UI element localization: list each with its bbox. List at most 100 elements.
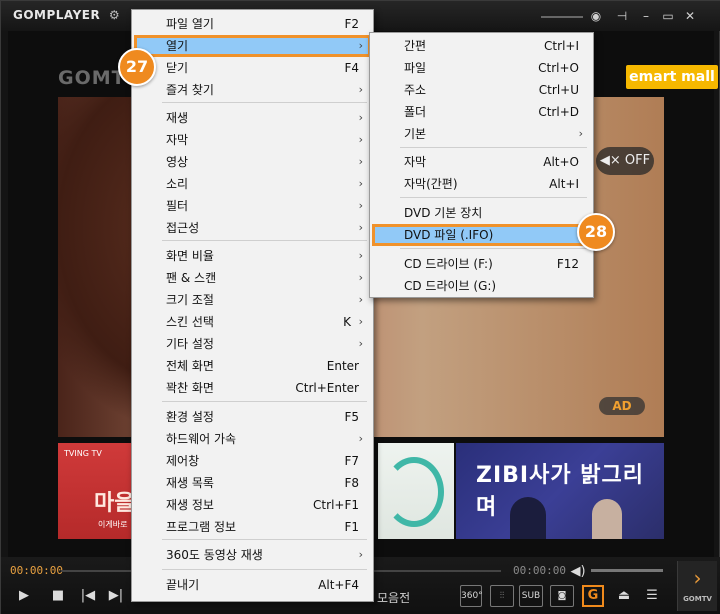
chevron-right-icon: › xyxy=(358,315,363,328)
main-menu-item-18[interactable]: 환경 설정 F5 xyxy=(134,406,371,428)
camera-icon[interactable]: ◙ xyxy=(550,585,574,607)
main-menu-item-12[interactable]: 팬 & 스캔 › xyxy=(134,267,371,289)
open-submenu-item-label: 주소 xyxy=(404,83,427,97)
chevron-right-icon: › xyxy=(358,293,363,306)
main-menu-item-label: 소리 xyxy=(166,177,189,191)
main-menu-item-8[interactable]: 소리 › xyxy=(134,173,371,195)
ad-badge: AD xyxy=(599,397,645,415)
app-logo[interactable]: GOMPLAYER ⚙ xyxy=(13,8,120,22)
main-menu-item-13[interactable]: 크기 조절 › xyxy=(134,289,371,311)
chevron-right-icon: › xyxy=(358,548,363,561)
eject-icon[interactable]: ⏏ xyxy=(613,585,635,607)
gom-g-button[interactable]: G xyxy=(582,585,604,607)
main-menu-item-shortcut: F5 xyxy=(344,410,359,424)
equalizer-button[interactable]: ⫶⫶ xyxy=(490,585,514,607)
main-menu-item-shortcut: Alt+F4 xyxy=(318,578,359,592)
main-menu-item-14[interactable]: 스킨 선택 K › xyxy=(134,311,371,333)
main-menu-item-shortcut: F1 xyxy=(344,520,359,534)
speaker-icon[interactable]: ◀) xyxy=(567,561,589,583)
next-button[interactable]: ▶| xyxy=(105,585,127,607)
time-total: 00:00:00 xyxy=(513,564,566,577)
main-menu-item-21[interactable]: 재생 목록 F8 xyxy=(134,472,371,494)
chevron-right-icon: › xyxy=(358,271,363,284)
open-submenu-item-8[interactable]: DVD 기본 장치 xyxy=(372,202,591,224)
open-submenu-item-shortcut: Ctrl+D xyxy=(538,105,579,119)
chevron-right-icon: › xyxy=(358,432,363,445)
menu-separator xyxy=(400,197,587,198)
open-submenu-item-label: DVD 기본 장치 xyxy=(404,206,483,220)
play-button[interactable]: ▶ xyxy=(13,585,35,607)
pin-icon[interactable]: ⊣ xyxy=(613,8,631,24)
thumb-ring-graphic xyxy=(384,457,444,527)
open-submenu-item-11[interactable]: CD 드라이브 (G:) xyxy=(372,275,591,297)
main-menu-item-label: 스킨 선택 xyxy=(166,315,214,329)
main-menu-item-label: 프로그램 정보 xyxy=(166,520,237,534)
main-menu-item-24[interactable]: 360도 동영상 재생 › xyxy=(134,544,371,566)
main-menu-item-10[interactable]: 접근성 › xyxy=(134,217,371,239)
mute-toggle[interactable]: ◀× OFF xyxy=(596,147,654,175)
vr360-button[interactable]: 360° xyxy=(460,585,483,607)
main-menu-item-20[interactable]: 제어창 F7 xyxy=(134,450,371,472)
playlist-menu-icon[interactable]: ☰ xyxy=(641,585,663,607)
main-menu-item-label: 영상 xyxy=(166,155,189,169)
stop-button[interactable]: ■ xyxy=(47,585,69,607)
main-menu-item-6[interactable]: 자막 › xyxy=(134,129,371,151)
thumb-tag: TVING TV xyxy=(64,449,102,458)
main-menu-item-shortcut: F4 xyxy=(344,61,359,75)
chevron-right-icon: › xyxy=(358,155,363,168)
main-menu-item-1[interactable]: 파일 열기 F2 xyxy=(134,13,371,35)
open-submenu-item-2[interactable]: 파일 Ctrl+O xyxy=(372,57,591,79)
main-menu-item-25[interactable]: 끝내기 Alt+F4 xyxy=(134,574,371,596)
open-submenu-item-1[interactable]: 간편 Ctrl+I xyxy=(372,35,591,57)
main-menu-item-17[interactable]: 꽉찬 화면 Ctrl+Enter xyxy=(134,377,371,399)
open-submenu-item-6[interactable]: 자막 Alt+O xyxy=(372,151,591,173)
gear-icon[interactable]: ⚙ xyxy=(109,8,120,22)
gomtv-label: GOMTV xyxy=(683,595,712,603)
main-menu-item-9[interactable]: 필터 › xyxy=(134,195,371,217)
subtitle-button[interactable]: SUB xyxy=(519,585,543,607)
ad-thumbnail-3[interactable]: ZIBI사가 밝그리며 xyxy=(456,443,664,539)
maximize-button[interactable]: ▭ xyxy=(659,8,677,24)
open-submenu-item-label: 자막(간편) xyxy=(404,177,458,191)
open-submenu-item-10[interactable]: CD 드라이브 (F:) F12 xyxy=(372,253,591,275)
broadcast-icon[interactable]: ◉ xyxy=(587,8,605,24)
ad-thumbnail-2[interactable] xyxy=(378,443,454,539)
main-menu-item-19[interactable]: 하드웨어 가속 › xyxy=(134,428,371,450)
main-menu-item-5[interactable]: 재생 › xyxy=(134,107,371,129)
open-submenu-item-5[interactable]: 기본 › xyxy=(372,123,591,145)
main-menu-item-11[interactable]: 화면 비율 › xyxy=(134,245,371,267)
open-submenu-item-7[interactable]: 자막(간편) Alt+I xyxy=(372,173,591,195)
open-submenu-item-3[interactable]: 주소 Ctrl+U xyxy=(372,79,591,101)
open-submenu-item-4[interactable]: 폴더 Ctrl+D xyxy=(372,101,591,123)
main-menu-item-23[interactable]: 프로그램 정보 F1 xyxy=(134,516,371,538)
main-menu-item-7[interactable]: 영상 › xyxy=(134,151,371,173)
main-menu-item-2[interactable]: 열기 › xyxy=(134,35,371,57)
main-menu-item-3[interactable]: 닫기 F4 xyxy=(134,57,371,79)
minimize-button[interactable]: – xyxy=(637,8,655,24)
menu-separator xyxy=(162,102,367,103)
title-volume-track[interactable] xyxy=(541,16,583,18)
ad-thumbnail-1[interactable]: TVING TV 마을 이게바로 xyxy=(58,443,138,539)
main-menu-item-shortcut: Enter xyxy=(326,359,359,373)
open-submenu-item-shortcut: Ctrl+U xyxy=(538,83,579,97)
close-button[interactable]: ✕ xyxy=(681,8,699,24)
main-menu-item-15[interactable]: 기타 설정 › xyxy=(134,333,371,355)
open-submenu-item-shortcut: F12 xyxy=(556,257,579,271)
open-submenu-item-9[interactable]: DVD 파일 (.IFO) xyxy=(372,224,591,246)
main-menu-item-shortcut: F8 xyxy=(344,476,359,490)
main-menu-item-16[interactable]: 전체 화면 Enter xyxy=(134,355,371,377)
emart-mall-logo[interactable]: emart mall xyxy=(626,65,718,89)
volume-slider[interactable] xyxy=(591,569,663,572)
main-menu-item-label: 꽉찬 화면 xyxy=(166,381,214,395)
main-menu-item-4[interactable]: 즐겨 찾기 › xyxy=(134,79,371,101)
previous-button[interactable]: |◀ xyxy=(77,585,99,607)
gomtv-button[interactable]: › GOMTV xyxy=(677,561,717,611)
chevron-right-icon: › xyxy=(693,566,702,590)
main-menu-item-label: 기타 설정 xyxy=(166,337,214,351)
thumb-title: 마을 xyxy=(94,491,135,516)
main-menu-item-label: 360도 동영상 재생 xyxy=(166,548,263,562)
open-submenu: 간편 Ctrl+I 파일 Ctrl+O 주소 Ctrl+U 폴더 Ctrl+D 기본 › 자막 Alt… xyxy=(369,32,594,298)
main-menu-item-label: 하드웨어 가속 xyxy=(166,432,237,446)
main-menu-item-22[interactable]: 재생 정보 Ctrl+F1 xyxy=(134,494,371,516)
main-menu-item-shortcut: F2 xyxy=(344,17,359,31)
